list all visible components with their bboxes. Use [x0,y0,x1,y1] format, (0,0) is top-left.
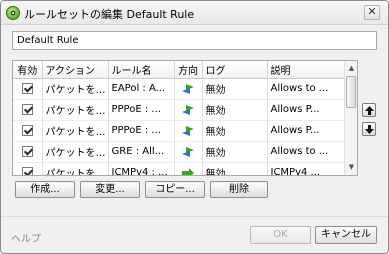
rule-name-cell: ICMPv4 : ... [108,162,175,175]
enabled-checkbox[interactable] [21,145,33,157]
direction-cell [174,78,203,100]
rules-grid: 有効 アクション ルール名 方向 ログ 説明 パケットを… EAPol : A.… [13,61,345,175]
ok-button[interactable]: OK [250,226,311,244]
description-cell: Allows to ... [267,78,345,100]
description-cell: Allows to ... [267,141,345,163]
move-up-button[interactable] [362,103,376,117]
column-header-log[interactable]: ログ [202,61,268,79]
enabled-cell [13,78,43,100]
window-title: ルールセットの編集 Default Rule [24,8,195,21]
bidirectional-arrow-icon [182,146,194,157]
action-cell: パケットを… [42,162,109,175]
help-link[interactable]: ヘルプ [11,230,41,245]
enabled-checkbox[interactable] [21,166,33,175]
column-header-enabled[interactable]: 有効 [13,61,43,79]
log-cell: 無効 [202,162,268,175]
edit-button[interactable]: 変更... [80,181,140,198]
enabled-cell [13,162,43,175]
arrow-up-icon [364,105,374,115]
bidirectional-arrow-icon [182,83,194,94]
outgoing-arrow-icon [182,167,194,175]
create-button[interactable]: 作成... [15,181,75,198]
enabled-cell [13,141,43,163]
ruleset-name-input[interactable] [12,31,377,50]
rules-table: 有効 アクション ルール名 方向 ログ 説明 パケットを… EAPol : A.… [12,60,358,176]
cancel-button[interactable]: キャンセル [315,226,377,244]
rule-name-cell: PPPoE : ... [108,99,175,121]
delete-button[interactable]: 削除 [210,181,268,198]
footer-divider [1,216,388,217]
edit-ruleset-dialog: ルールセットの編集 Default Rule ✕ 有効 アクション ルール名 方… [0,0,389,254]
move-down-button[interactable] [362,122,376,136]
close-button[interactable]: ✕ [364,5,380,20]
action-cell: パケットを… [42,141,109,163]
scroll-down-arrow-icon[interactable]: ▼ [346,161,357,174]
enabled-checkbox[interactable] [21,103,33,115]
action-cell: パケットを… [42,120,109,142]
action-cell: パケットを… [42,99,109,121]
copy-button[interactable]: コピー... [145,181,205,198]
app-icon [6,6,20,20]
table-row[interactable]: パケットを… PPPoE : ... 無効 Allows P... [13,99,345,121]
table-row[interactable]: パケットを… PPPoE : ... 無効 Allows P... [13,120,345,142]
direction-cell [174,162,203,175]
enabled-checkbox[interactable] [21,124,33,136]
action-cell: パケットを… [42,78,109,100]
enabled-cell [13,99,43,121]
rule-name-cell: PPPoE : ... [108,120,175,142]
scrollbar-thumb[interactable] [346,76,356,108]
table-row[interactable]: パケットを… GRE : All... 無効 Allows to ... [13,141,345,163]
log-cell: 無効 [202,141,268,163]
direction-cell [174,99,203,121]
bidirectional-arrow-icon [182,125,194,136]
table-vertical-scrollbar[interactable]: ▲ ▼ [344,61,357,175]
log-cell: 無効 [202,120,268,142]
enabled-cell [13,120,43,142]
table-header-row: 有効 アクション ルール名 方向 ログ 説明 [13,61,345,79]
app-logo-glyph-icon [10,10,16,16]
description-cell: Allows P... [267,120,345,142]
column-header-action[interactable]: アクション [42,61,109,79]
direction-cell [174,120,203,142]
title-bar: ルールセットの編集 Default Rule ✕ [1,1,388,25]
column-header-direction[interactable]: 方向 [174,61,203,79]
rule-name-cell: GRE : All... [108,141,175,163]
scroll-up-arrow-icon[interactable]: ▲ [346,62,357,75]
column-header-description[interactable]: 説明 [267,61,345,79]
log-cell: 無効 [202,78,268,100]
description-cell: ICMPv4 ... [267,162,345,175]
rule-name-cell: EAPol : A... [108,78,175,100]
log-cell: 無効 [202,99,268,121]
bidirectional-arrow-icon [182,104,194,115]
table-row[interactable]: パケットを… EAPol : A... 無効 Allows to ... [13,78,345,100]
arrow-down-icon [364,124,374,134]
description-cell: Allows P... [267,99,345,121]
enabled-checkbox[interactable] [21,82,33,94]
column-header-rule-name[interactable]: ルール名 [108,61,175,79]
direction-cell [174,141,203,163]
table-row[interactable]: パケットを… ICMPv4 : ... 無効 ICMPv4 ... [13,162,345,175]
